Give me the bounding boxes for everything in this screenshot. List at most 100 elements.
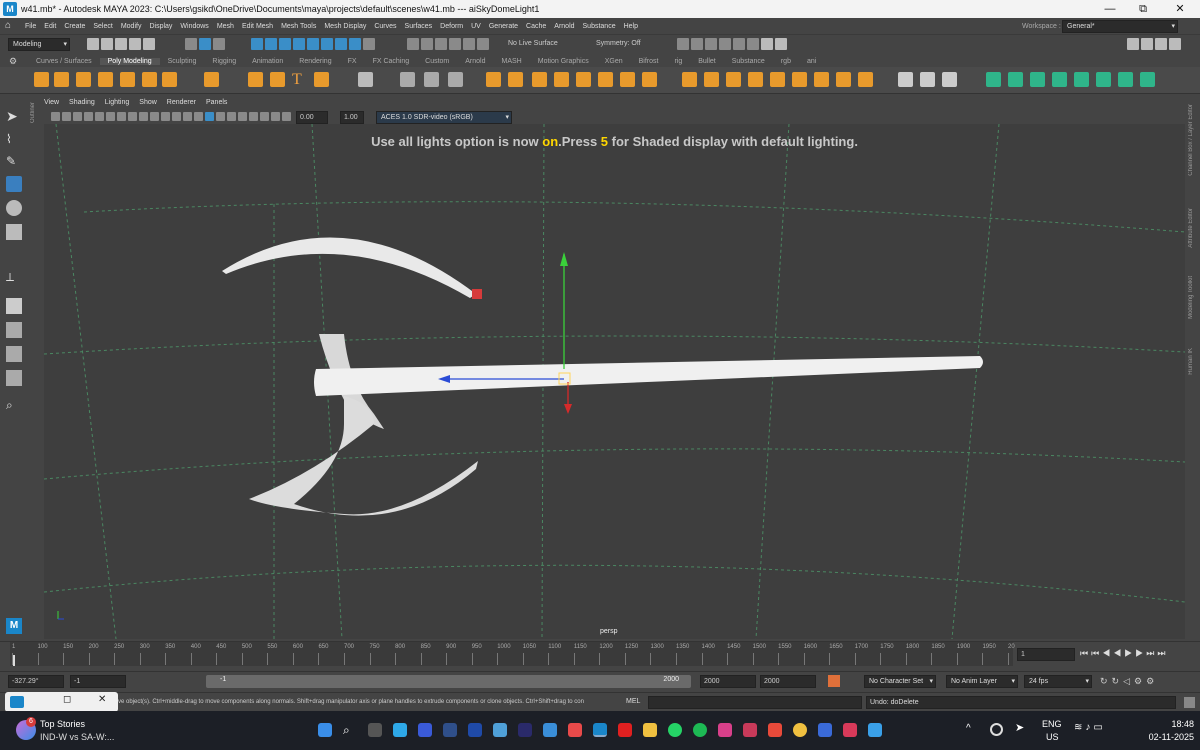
snap-view-icon[interactable]	[449, 38, 461, 50]
mask-joint-icon[interactable]	[307, 38, 319, 50]
motion-blur-icon[interactable]	[238, 111, 247, 121]
new-scene-icon[interactable]	[87, 38, 99, 50]
shelf-tab-rendering[interactable]: Rendering	[291, 58, 339, 65]
redo-icon[interactable]	[143, 38, 155, 50]
shelf-tab-mash[interactable]: MASH	[494, 58, 530, 65]
snap-vertex-icon[interactable]	[477, 38, 489, 50]
edge-icon[interactable]	[393, 723, 407, 737]
end-time-field[interactable]: 2000	[700, 675, 756, 688]
quadrangulate-icon[interactable]	[642, 72, 657, 87]
wireframe-on-shaded-icon[interactable]	[183, 111, 192, 121]
shelf-tab-xgen[interactable]: XGen	[597, 58, 631, 65]
smooth-shade-icon[interactable]	[172, 111, 181, 121]
start-icon[interactable]	[318, 723, 332, 737]
menu-surfaces[interactable]: Surfaces	[405, 23, 433, 30]
insert-edge-loop-icon[interactable]	[920, 72, 935, 87]
time-display-field[interactable]: -327.29°	[8, 675, 64, 688]
human-ik-tab[interactable]: Human IK	[1188, 348, 1194, 375]
mel-label[interactable]: MEL	[626, 698, 640, 705]
minimize-button[interactable]: —	[1092, 0, 1128, 18]
symmetry-label[interactable]: Symmetry: Off	[596, 40, 641, 47]
gate-mask-icon[interactable]	[128, 111, 137, 121]
open-scene-icon[interactable]	[101, 38, 113, 50]
menu-windows[interactable]: Windows	[180, 23, 208, 30]
isolate-select-icon[interactable]	[271, 111, 280, 121]
merge-icon[interactable]	[770, 72, 785, 87]
menu-help[interactable]: Help	[624, 23, 638, 30]
arnold-play-icon[interactable]	[761, 38, 773, 50]
outliner-strip[interactable]: Outliner	[29, 100, 42, 640]
offset-edge-loop-icon[interactable]	[942, 72, 957, 87]
rotate-tool-icon[interactable]	[6, 200, 22, 216]
xray-icon[interactable]	[282, 111, 291, 121]
arnold-render-icon[interactable]	[747, 38, 759, 50]
combine-icon[interactable]	[358, 72, 373, 87]
smooth-icon[interactable]	[486, 72, 501, 87]
extract-icon[interactable]	[424, 72, 439, 87]
home-icon[interactable]: ⌂	[5, 20, 21, 32]
maya-home-icon[interactable]: M	[6, 618, 22, 634]
poke-icon[interactable]	[814, 72, 829, 87]
color-space-dropdown[interactable]: ACES 1.0 SDR-video (sRGB)	[376, 110, 512, 124]
wireframe-icon[interactable]	[161, 111, 170, 121]
wifi-volume-battery-icons[interactable]: ≋♪▭	[1074, 722, 1106, 733]
instagram-icon[interactable]	[718, 723, 732, 737]
channel-box-tab[interactable]: Channel Box / Layer Editor	[1188, 104, 1194, 176]
news-subtitle[interactable]: IND-W vs SA-W:...	[40, 732, 114, 742]
time-ruler[interactable]: 1 100 150 200 250 300 350 400 450 500 550 600 650 700…	[10, 642, 1015, 666]
news-title[interactable]: Top Stories	[40, 719, 85, 729]
app-icon-9[interactable]	[868, 723, 882, 737]
toggle-modeling-toolkit-icon[interactable]	[1127, 38, 1139, 50]
cut-uv-icon[interactable]	[1118, 72, 1133, 87]
wedge-icon[interactable]	[836, 72, 851, 87]
poly-torus-icon[interactable]	[120, 72, 135, 87]
ambient-occlusion-icon[interactable]	[227, 111, 236, 121]
language-region[interactable]: US	[1046, 732, 1059, 742]
shelf-tab-fx[interactable]: FX	[340, 58, 365, 65]
shelf-tab-poly-modeling[interactable]: Poly Modeling	[99, 58, 160, 65]
select-object-icon[interactable]	[199, 38, 211, 50]
menuset-dropdown[interactable]: Modeling	[8, 38, 70, 51]
menu-create[interactable]: Create	[64, 23, 85, 30]
after-effects-icon[interactable]	[518, 723, 532, 737]
cylindrical-uv-icon[interactable]	[1008, 72, 1023, 87]
task-view-icon[interactable]	[368, 723, 382, 737]
y-axis-arrow[interactable]	[560, 252, 568, 266]
app-icon-7[interactable]	[818, 723, 832, 737]
shelf-tab-fx-caching[interactable]: FX Caching	[365, 58, 418, 65]
menu-substance[interactable]: Substance	[583, 23, 616, 30]
attribute-editor-tab[interactable]: Attribute Editor	[1188, 208, 1194, 248]
mask-face-icon[interactable]	[279, 38, 291, 50]
shadows-icon[interactable]	[216, 111, 225, 121]
menu-display[interactable]: Display	[149, 23, 172, 30]
menu-mesh-display[interactable]: Mesh Display	[324, 23, 366, 30]
bookmark-icon[interactable]	[73, 111, 82, 121]
hypershade-icon[interactable]	[733, 38, 745, 50]
spherical-uv-icon[interactable]	[1030, 72, 1045, 87]
single-perspective-icon[interactable]	[6, 298, 22, 314]
poly-cone-icon[interactable]	[98, 72, 113, 87]
anim-layer-dropdown[interactable]: No Anim Layer	[946, 675, 1018, 688]
lock-icon[interactable]	[363, 38, 375, 50]
panel-menu-view[interactable]: View	[44, 99, 59, 110]
menu-deform[interactable]: Deform	[440, 23, 463, 30]
shelf-tab-rgb[interactable]: rgb	[773, 58, 799, 65]
search-taskbar-icon[interactable]: ⌕	[343, 723, 357, 737]
app-icon-1[interactable]	[443, 723, 457, 737]
platonic-solid-icon[interactable]	[204, 72, 219, 87]
automatic-uv-icon[interactable]	[1052, 72, 1067, 87]
type-text-icon[interactable]: T	[292, 72, 307, 88]
scale-tool-icon[interactable]	[6, 224, 22, 240]
paint-select-icon[interactable]: ✎	[6, 154, 22, 170]
retopo-icon[interactable]	[576, 72, 591, 87]
clock-time[interactable]: 18:48	[1134, 719, 1194, 729]
photoshop-icon[interactable]	[468, 723, 482, 737]
poly-cube-icon[interactable]	[54, 72, 69, 87]
triangulate-icon[interactable]	[620, 72, 635, 87]
playback-end-field[interactable]: 2000	[760, 675, 816, 688]
mask-uv-icon[interactable]	[293, 38, 305, 50]
menu-file[interactable]: File	[25, 23, 36, 30]
resolution-gate-icon[interactable]	[117, 111, 126, 121]
x-axis-arrow[interactable]	[564, 404, 572, 414]
sync-icon[interactable]	[990, 723, 1003, 736]
